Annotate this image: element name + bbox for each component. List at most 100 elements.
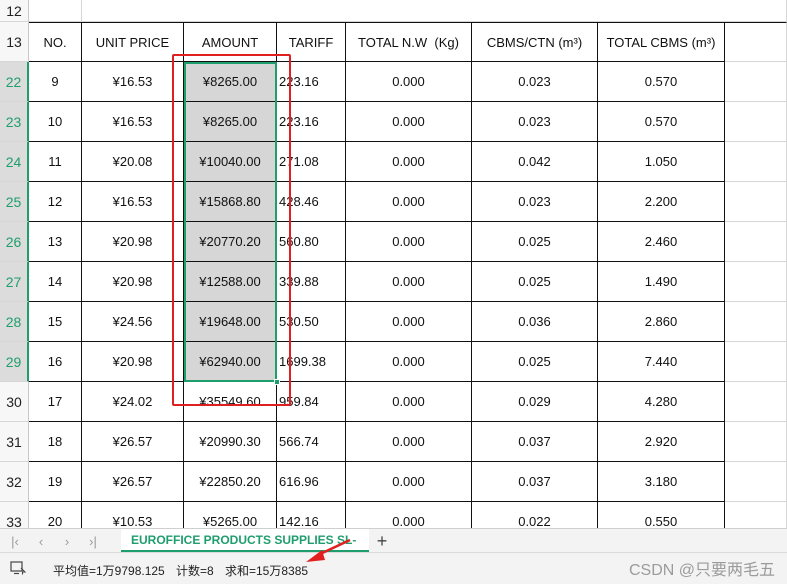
cell-no[interactable]: 19: [29, 462, 82, 502]
cell-total-cbms[interactable]: 2.200: [598, 182, 725, 222]
cell-amount[interactable]: ¥62940.00: [184, 342, 277, 382]
cell-total-nw[interactable]: 0.000: [346, 422, 472, 462]
cell-cbms-ctn[interactable]: 0.042: [472, 142, 598, 182]
cell-total-cbms[interactable]: 0.570: [598, 102, 725, 142]
cell-tariff[interactable]: 1699.38: [277, 342, 346, 382]
add-sheet-button[interactable]: +: [372, 530, 392, 552]
cell-cbms-ctn[interactable]: 0.023: [472, 182, 598, 222]
cell-unit-price[interactable]: ¥26.57: [82, 462, 184, 502]
column-header-cbms-ctn[interactable]: CBMS/CTN (m³): [472, 22, 598, 62]
cell-unit-price[interactable]: ¥26.57: [82, 422, 184, 462]
status-average[interactable]: 平均值=1万9798.125: [53, 562, 165, 579]
row-header[interactable]: 24: [0, 142, 29, 182]
cell-no[interactable]: 11: [29, 142, 82, 182]
cell-no[interactable]: 13: [29, 222, 82, 262]
row-header[interactable]: 23: [0, 102, 29, 142]
empty-cell[interactable]: [29, 0, 82, 22]
empty-cell[interactable]: [725, 422, 787, 462]
empty-cell[interactable]: [725, 62, 787, 102]
column-header-total-nw[interactable]: TOTAL N.W (Kg): [346, 22, 472, 62]
cell-unit-price[interactable]: ¥16.53: [82, 62, 184, 102]
cell-amount[interactable]: ¥35549.60: [184, 382, 277, 422]
cell-no[interactable]: 9: [29, 62, 82, 102]
cell-total-cbms[interactable]: 0.570: [598, 62, 725, 102]
cell-total-nw[interactable]: 0.000: [346, 302, 472, 342]
cell-cbms-ctn[interactable]: 0.029: [472, 382, 598, 422]
cell-amount[interactable]: ¥10040.00: [184, 142, 277, 182]
status-count[interactable]: 计数=8: [176, 562, 214, 579]
cell-cbms-ctn[interactable]: 0.025: [472, 262, 598, 302]
cell-tariff[interactable]: 223.16: [277, 62, 346, 102]
cell-no[interactable]: 14: [29, 262, 82, 302]
cell-no[interactable]: 12: [29, 182, 82, 222]
cell-cbms-ctn[interactable]: 0.023: [472, 62, 598, 102]
empty-cell[interactable]: [725, 462, 787, 502]
empty-cell[interactable]: [725, 302, 787, 342]
cell-unit-price[interactable]: ¥16.53: [82, 182, 184, 222]
empty-cell[interactable]: [725, 382, 787, 422]
cell-no[interactable]: 15: [29, 302, 82, 342]
cell-tariff[interactable]: 142.16: [277, 502, 346, 528]
cell-amount[interactable]: ¥22850.20: [184, 462, 277, 502]
cell-tariff[interactable]: 271.08: [277, 142, 346, 182]
cell-total-cbms[interactable]: 3.180: [598, 462, 725, 502]
cell-total-nw[interactable]: 0.000: [346, 62, 472, 102]
cell-tariff[interactable]: 560.80: [277, 222, 346, 262]
cell-no[interactable]: 20: [29, 502, 82, 528]
empty-cell[interactable]: [725, 22, 787, 62]
column-header-total-cbms[interactable]: TOTAL CBMS (m³): [598, 22, 725, 62]
row-header[interactable]: 29: [0, 342, 29, 382]
cell-cbms-ctn[interactable]: 0.037: [472, 462, 598, 502]
cell-unit-price[interactable]: ¥24.02: [82, 382, 184, 422]
cell-amount[interactable]: ¥20990.30: [184, 422, 277, 462]
cell-total-nw[interactable]: 0.000: [346, 382, 472, 422]
status-sum[interactable]: 求和=15万8385: [225, 562, 308, 579]
cell-total-cbms[interactable]: 4.280: [598, 382, 725, 422]
fill-handle[interactable]: [274, 379, 280, 385]
row-header[interactable]: 30: [0, 382, 29, 422]
cell-total-nw[interactable]: 0.000: [346, 102, 472, 142]
empty-cell[interactable]: [725, 222, 787, 262]
row-header[interactable]: 12: [0, 0, 29, 22]
column-header-amount[interactable]: AMOUNT: [184, 22, 277, 62]
empty-cell[interactable]: [725, 502, 787, 528]
row-header[interactable]: 32: [0, 462, 29, 502]
cell-tariff[interactable]: 566.74: [277, 422, 346, 462]
cell-total-cbms[interactable]: 1.050: [598, 142, 725, 182]
cell-total-cbms[interactable]: 2.920: [598, 422, 725, 462]
cell-total-nw[interactable]: 0.000: [346, 342, 472, 382]
cell-unit-price[interactable]: ¥20.98: [82, 342, 184, 382]
cell-unit-price[interactable]: ¥10.53: [82, 502, 184, 528]
cell-total-nw[interactable]: 0.000: [346, 502, 472, 528]
cell-no[interactable]: 10: [29, 102, 82, 142]
cell-tariff[interactable]: 428.46: [277, 182, 346, 222]
column-header-unit-price[interactable]: UNIT PRICE: [82, 22, 184, 62]
cell-total-nw[interactable]: 0.000: [346, 182, 472, 222]
empty-cell[interactable]: [725, 342, 787, 382]
cell-total-nw[interactable]: 0.000: [346, 462, 472, 502]
cell-no[interactable]: 17: [29, 382, 82, 422]
cell-unit-price[interactable]: ¥20.08: [82, 142, 184, 182]
cell-unit-price[interactable]: ¥16.53: [82, 102, 184, 142]
cell-tariff[interactable]: 616.96: [277, 462, 346, 502]
cell-amount[interactable]: ¥5265.00: [184, 502, 277, 528]
cell-total-cbms[interactable]: 2.860: [598, 302, 725, 342]
cell-no[interactable]: 18: [29, 422, 82, 462]
empty-cell[interactable]: [725, 142, 787, 182]
cell-amount[interactable]: ¥8265.00: [184, 62, 277, 102]
row-header[interactable]: 27: [0, 262, 29, 302]
cell-tariff[interactable]: 223.16: [277, 102, 346, 142]
cell-amount[interactable]: ¥12588.00: [184, 262, 277, 302]
cell-unit-price[interactable]: ¥20.98: [82, 222, 184, 262]
last-sheet-icon[interactable]: ›|: [82, 531, 104, 551]
cell-tariff[interactable]: 959.84: [277, 382, 346, 422]
column-header-tariff[interactable]: TARIFF: [277, 22, 346, 62]
row-header[interactable]: 33: [0, 502, 29, 528]
empty-cell[interactable]: [725, 182, 787, 222]
spreadsheet-grid[interactable]: 12 13 NO. UNIT PRICE AMOUNT TARIFF TOTAL N.W (…: [0, 0, 787, 528]
cell-cbms-ctn[interactable]: 0.036: [472, 302, 598, 342]
next-sheet-icon[interactable]: ›: [56, 531, 78, 551]
row-header[interactable]: 13: [0, 22, 29, 62]
macro-record-icon[interactable]: [10, 561, 26, 575]
cell-total-cbms[interactable]: 1.490: [598, 262, 725, 302]
